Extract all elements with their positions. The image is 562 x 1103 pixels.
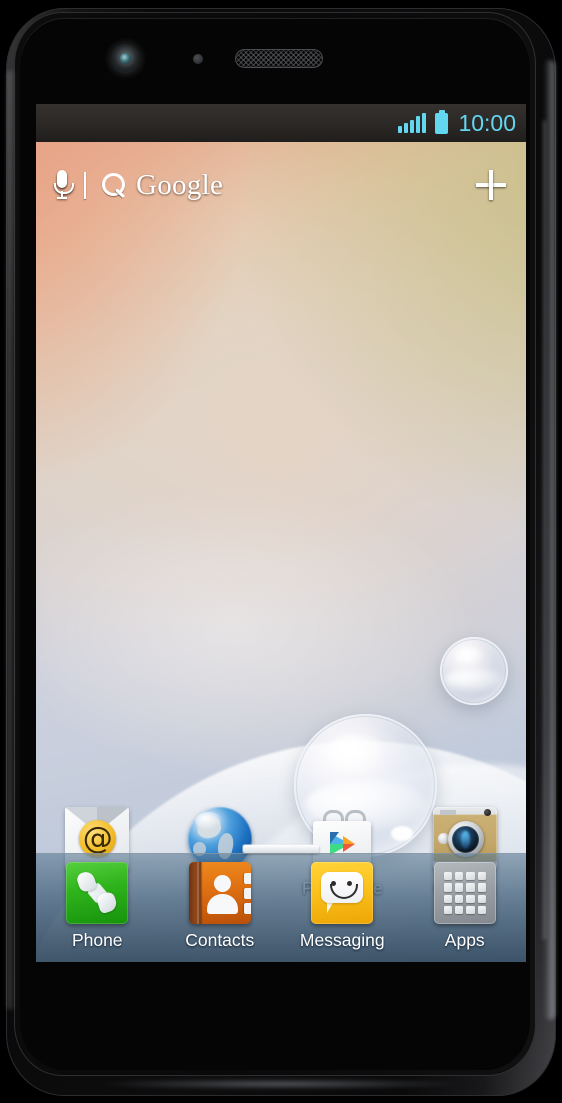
status-bar-clock: 10:00 xyxy=(458,109,516,136)
google-brand-label[interactable]: Google xyxy=(136,169,223,202)
search-widget-divider xyxy=(84,171,86,199)
dock-label: Messaging xyxy=(299,930,385,950)
front-camera-icon xyxy=(111,44,140,73)
microphone-icon[interactable] xyxy=(54,170,74,200)
plus-icon[interactable] xyxy=(476,170,506,200)
app-grid-icon[interactable] xyxy=(433,862,496,924)
google-search-widget[interactable]: Google xyxy=(36,158,526,212)
dock: Phone Contacts Messaging Apps xyxy=(36,845,526,962)
dock-apps[interactable]: Apps xyxy=(409,862,521,951)
dock-label: Contacts xyxy=(185,930,255,950)
signal-bars-icon xyxy=(398,113,427,133)
phone-device: 10:00 Google @ Phone Contacts Messaging … xyxy=(0,0,562,1103)
dock-label: Phone xyxy=(71,930,123,950)
dock-phone[interactable]: Phone xyxy=(41,862,153,951)
dock-label: Apps xyxy=(444,930,485,950)
dock-contacts[interactable]: Contacts xyxy=(164,862,276,951)
magnifier-icon[interactable] xyxy=(102,172,127,198)
proximity-sensor-icon xyxy=(193,54,203,64)
page-indicator-bar[interactable] xyxy=(243,845,319,853)
battery-full-icon xyxy=(435,109,449,134)
earpiece-speaker-icon xyxy=(236,50,322,67)
wallpaper[interactable]: Google @ Email Internet xyxy=(36,142,526,962)
dock-messaging[interactable]: Messaging xyxy=(286,862,398,951)
wallpaper-haze xyxy=(36,442,526,782)
phone-screen[interactable]: 10:00 Google @ Phone Contacts Messaging … xyxy=(36,104,526,962)
speech-bubble-icon[interactable] xyxy=(311,862,374,924)
phone-handset-icon[interactable] xyxy=(66,862,129,924)
status-bar[interactable]: 10:00 xyxy=(36,104,526,142)
small-water-droplet xyxy=(431,637,508,712)
address-book-icon[interactable] xyxy=(188,862,251,924)
